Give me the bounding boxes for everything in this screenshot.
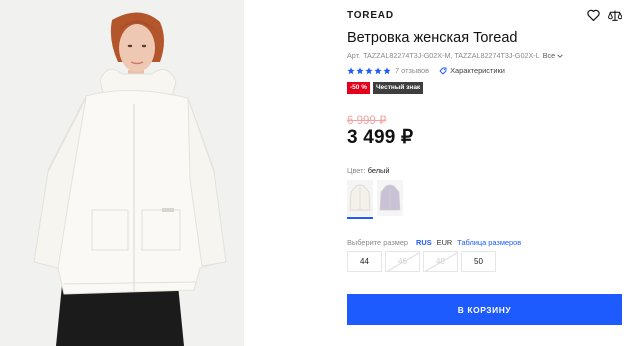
size-system-eur[interactable]: EUR bbox=[437, 238, 453, 247]
characteristics-label: Характеристики bbox=[450, 66, 505, 75]
size-option: 46 bbox=[385, 251, 420, 272]
article-codes: TAZZAL82274T3J-G02X-M, TAZZAL82274T3J-G0… bbox=[363, 51, 540, 60]
star-icon bbox=[365, 66, 373, 74]
swatch-jacket-image bbox=[349, 184, 371, 211]
heart-icon[interactable] bbox=[586, 8, 600, 22]
add-to-cart-button[interactable]: В КОРЗИНУ bbox=[347, 294, 622, 325]
current-price: 3 499 ₽ bbox=[347, 127, 414, 148]
old-price: 6 999 ₽ bbox=[347, 115, 387, 127]
color-swatch-lavender[interactable] bbox=[377, 180, 403, 216]
star-icon bbox=[356, 66, 364, 74]
product-info: TOREAD Ветровка женская Toread Арт. TAZZ… bbox=[347, 0, 622, 346]
reviews-link[interactable]: 7 отзывов bbox=[395, 66, 429, 75]
size-label: Выберите размер bbox=[347, 238, 409, 247]
size-option: 48 bbox=[423, 251, 458, 272]
color-value: белый bbox=[367, 166, 390, 175]
top-actions bbox=[586, 8, 622, 22]
star-icon bbox=[374, 66, 382, 74]
characteristics-link[interactable]: Характеристики bbox=[439, 66, 505, 75]
product-title: Ветровка женская Toread bbox=[347, 30, 518, 46]
size-system-rus[interactable]: RUS bbox=[416, 238, 432, 247]
color-swatch-white[interactable] bbox=[347, 180, 373, 219]
color-swatches bbox=[347, 180, 403, 219]
star-icon bbox=[383, 66, 391, 74]
article-line: Арт. TAZZAL82274T3J-G02X-M, TAZZAL82274T… bbox=[347, 51, 563, 60]
tag-icon bbox=[439, 67, 447, 74]
size-option[interactable]: 44 bbox=[347, 251, 382, 272]
product-photo-image bbox=[0, 0, 244, 346]
article-all-label: Все bbox=[542, 51, 556, 60]
size-option[interactable]: 50 bbox=[461, 251, 496, 272]
rating-row: 7 отзывов Характеристики bbox=[347, 66, 505, 75]
scales-icon[interactable] bbox=[608, 8, 622, 22]
badges: -50 % Честный знак bbox=[347, 82, 424, 94]
honest-sign-badge: Честный знак bbox=[372, 82, 424, 94]
swatch-jacket-image bbox=[379, 184, 401, 211]
product-photo[interactable] bbox=[0, 0, 244, 346]
brand-link[interactable]: TOREAD bbox=[347, 10, 394, 21]
sale-badge: -50 % bbox=[347, 82, 370, 94]
color-label: Цвет: белый bbox=[347, 166, 389, 175]
rating-stars bbox=[347, 66, 391, 75]
size-table-link[interactable]: Таблица размеров bbox=[457, 238, 521, 247]
color-label-caption: Цвет: bbox=[347, 166, 366, 175]
size-header: Выберите размер RUS EUR Таблица размеров bbox=[347, 238, 521, 247]
size-options: 44 46 48 50 bbox=[347, 251, 496, 272]
chevron-down-icon bbox=[557, 53, 563, 58]
article-all-toggle[interactable]: Все bbox=[543, 51, 563, 60]
article-prefix: Арт. bbox=[347, 51, 361, 60]
star-icon bbox=[347, 66, 355, 74]
